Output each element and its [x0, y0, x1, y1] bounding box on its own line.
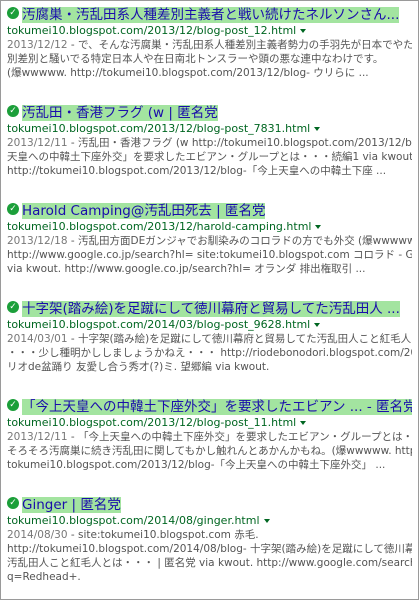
- dropdown-caret-icon[interactable]: [300, 29, 307, 33]
- search-result: ✓ 十字架(踏み絵)を足蹴にして徳川幕府と貿易してた汚乱田人 ... tokum…: [7, 297, 412, 374]
- dropdown-caret-icon[interactable]: [314, 323, 321, 327]
- dropdown-caret-icon[interactable]: [263, 519, 270, 523]
- result-title-row[interactable]: ✓ Ginger | 匿名党: [7, 493, 412, 513]
- result-title-link[interactable]: Ginger | 匿名党: [22, 493, 121, 513]
- result-snippet: 2013/12/18 - 汚乱田方面DEガンジャでお馴染みのコロラドの方でも外交…: [7, 235, 412, 275]
- result-url: tokumei10.blogspot.com/2013/12/blog-post…: [7, 23, 412, 38]
- result-title-row[interactable]: ✓ 「今上天皇への中韓土下座外交」を要求したエビアン ... - 匿名党: [7, 395, 412, 415]
- result-title-row[interactable]: ✓ 汚乱田・香港フラグ (w | 匿名党: [7, 101, 412, 121]
- dropdown-caret-icon[interactable]: [314, 127, 321, 131]
- result-url: tokumei10.blogspot.com/2013/12/blog-post…: [7, 415, 412, 430]
- result-url: tokumei10.blogspot.com/2014/08/ginger.ht…: [7, 513, 412, 528]
- dropdown-caret-icon[interactable]: [300, 421, 307, 425]
- check-icon: ✓: [7, 7, 19, 19]
- result-snippet: 2013/12/11 - 汚乱田・香港フラグ (w http://tokumei…: [7, 137, 412, 177]
- result-title-link[interactable]: 汚乱田・香港フラグ (w | 匿名党: [22, 101, 218, 121]
- check-icon: ✓: [7, 497, 19, 509]
- result-snippet: 2014/03/01 - 十字架(踏み絵)を足蹴にして徳川幕府と貿易してた汚乱田…: [7, 333, 412, 373]
- result-title-link[interactable]: 「今上天皇への中韓土下座外交」を要求したエビアン ... - 匿名党: [22, 395, 412, 415]
- search-result: ✓ 汚腐巣・汚乱田系人種差別主義者と戦い続けたネルソンさん... tokumei…: [7, 3, 412, 80]
- dropdown-caret-icon[interactable]: [315, 225, 322, 229]
- search-results-panel: ✓ 汚腐巣・汚乱田系人種差別主義者と戦い続けたネルソンさん... tokumei…: [0, 0, 419, 600]
- search-result: ✓ Harold Camping@汚乱田死去 | 匿名党 tokumei10.b…: [7, 199, 412, 276]
- search-result: ✓ Ginger | 匿名党 tokumei10.blogspot.com/20…: [7, 493, 412, 584]
- result-title-row[interactable]: ✓ 汚腐巣・汚乱田系人種差別主義者と戦い続けたネルソンさん...: [7, 3, 412, 23]
- result-snippet: 2013/12/12 - で、そんな汚腐巣・汚乱田系人種差別主義者勢力の手羽先が…: [7, 39, 412, 79]
- result-snippet: 2013/12/11 - 「今上天皇への中韓土下座外交」を要求したエビアン・グル…: [7, 431, 412, 471]
- check-icon: ✓: [7, 105, 19, 117]
- check-icon: ✓: [7, 399, 19, 411]
- result-url: tokumei10.blogspot.com/2013/12/harold-ca…: [7, 219, 412, 234]
- search-result: ✓ 汚乱田・香港フラグ (w | 匿名党 tokumei10.blogspot.…: [7, 101, 412, 178]
- result-url: tokumei10.blogspot.com/2014/03/blog-post…: [7, 317, 412, 332]
- result-title-link[interactable]: 汚腐巣・汚乱田系人種差別主義者と戦い続けたネルソンさん...: [22, 3, 400, 23]
- result-title-row[interactable]: ✓ Harold Camping@汚乱田死去 | 匿名党: [7, 199, 412, 219]
- check-icon: ✓: [7, 203, 19, 215]
- result-title-link[interactable]: 十字架(踏み絵)を足蹴にして徳川幕府と貿易してた汚乱田人 ...: [22, 297, 400, 317]
- result-title-link[interactable]: Harold Camping@汚乱田死去 | 匿名党: [22, 199, 266, 219]
- result-snippet: 2014/08/30 - site:tokumei10.blogspot.com…: [7, 529, 412, 583]
- result-url: tokumei10.blogspot.com/2013/12/blog-post…: [7, 121, 412, 136]
- check-icon: ✓: [7, 301, 19, 313]
- search-result: ✓ 「今上天皇への中韓土下座外交」を要求したエビアン ... - 匿名党 tok…: [7, 395, 412, 472]
- result-title-row[interactable]: ✓ 十字架(踏み絵)を足蹴にして徳川幕府と貿易してた汚乱田人 ...: [7, 297, 412, 317]
